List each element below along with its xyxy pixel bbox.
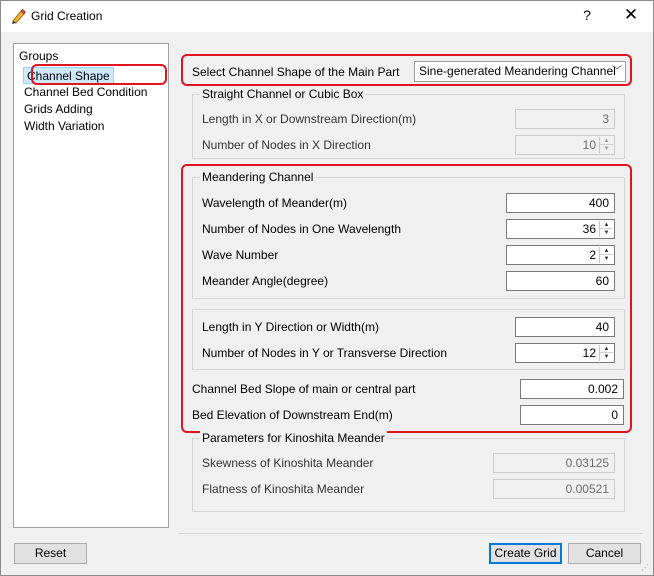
wave-number-value: 2 [589, 248, 596, 262]
grid-creation-dialog: Grid Creation ? ✕ Groups Channel Shape C… [0, 0, 654, 576]
wavelength-value: 400 [588, 196, 609, 210]
shape-label: Select Channel Shape of the Main Part [192, 65, 400, 79]
chevron-down-icon: ﹀ [612, 66, 622, 77]
straight-nodes-spinbox[interactable]: 10 ▲ ▼ [515, 135, 615, 155]
channel-shape-value: Sine-generated Meandering Channel [419, 64, 616, 78]
bed-slope-input[interactable]: 0.002 [520, 379, 624, 399]
bed-elevation-label: Bed Elevation of Downstream End(m) [192, 408, 393, 422]
meandering-channel-title: Meandering Channel [200, 170, 316, 184]
close-button[interactable]: ✕ [621, 5, 641, 25]
flatness-value: 0.00521 [565, 482, 609, 496]
spin-down-icon[interactable]: ▼ [600, 145, 613, 153]
straight-channel-title: Straight Channel or Cubic Box [200, 87, 366, 101]
spin-down-icon[interactable]: ▼ [600, 229, 613, 237]
meander-angle-label: Meander Angle(degree) [202, 274, 329, 288]
straight-length-label: Length in X or Downstream Direction(m) [202, 112, 417, 126]
kinoshita-group [192, 438, 625, 512]
width-length-input[interactable]: 40 [515, 317, 615, 337]
group-item-channel-bed-condition[interactable]: Channel Bed Condition [24, 84, 147, 101]
width-length-value: 40 [595, 320, 609, 334]
group-item-channel-shape[interactable]: Channel Shape [23, 67, 114, 84]
bed-elevation-input[interactable]: 0 [520, 405, 624, 425]
flatness-label: Flatness of Kinoshita Meander [202, 482, 365, 496]
width-length-label: Length in Y Direction or Width(m) [202, 320, 379, 334]
reset-button[interactable]: Reset [14, 543, 87, 564]
wavelength-input[interactable]: 400 [506, 193, 615, 213]
nodes-wavelength-spinbox[interactable]: 36 ▲ ▼ [506, 219, 615, 239]
title-bar: Grid Creation ? ✕ [1, 1, 653, 32]
straight-nodes-value: 10 [582, 138, 596, 152]
bed-slope-label: Channel Bed Slope of main or central par… [192, 382, 416, 396]
nodes-wavelength-value: 36 [582, 222, 596, 236]
width-nodes-value: 12 [582, 346, 596, 360]
straight-length-value: 3 [602, 112, 609, 126]
straight-length-input[interactable]: 3 [515, 109, 615, 129]
skewness-value: 0.03125 [565, 456, 609, 470]
meander-angle-input[interactable]: 60 [506, 271, 615, 291]
spin-down-icon[interactable]: ▼ [600, 353, 613, 361]
spin-up-icon[interactable]: ▲ [600, 221, 613, 229]
spin-down-icon[interactable]: ▼ [600, 255, 613, 263]
cancel-button[interactable]: Cancel [568, 543, 641, 564]
wave-number-spinbox[interactable]: 2 ▲ ▼ [506, 245, 615, 265]
group-item-grids-adding[interactable]: Grids Adding [24, 101, 93, 118]
spin-up-icon[interactable]: ▲ [600, 247, 613, 255]
skewness-label: Skewness of Kinoshita Meander [202, 456, 374, 470]
skewness-input[interactable]: 0.03125 [493, 453, 615, 473]
straight-nodes-label: Number of Nodes in X Direction [202, 138, 371, 152]
nodes-wavelength-label: Number of Nodes in One Wavelength [202, 222, 401, 236]
group-item-width-variation[interactable]: Width Variation [24, 118, 104, 135]
wavelength-label: Wavelength of Meander(m) [202, 196, 347, 210]
wave-number-label: Wave Number [202, 248, 279, 262]
pencil-icon [12, 8, 26, 24]
meander-angle-value: 60 [595, 274, 609, 288]
width-nodes-spinbox[interactable]: 12 ▲ ▼ [515, 343, 615, 363]
create-grid-button[interactable]: Create Grid [489, 543, 562, 564]
bed-slope-value: 0.002 [587, 382, 618, 396]
channel-shape-select[interactable]: Sine-generated Meandering Channel ﹀ [414, 61, 626, 82]
resize-grip-icon[interactable]: ⋰ [641, 563, 651, 573]
window-title: Grid Creation [31, 9, 103, 23]
bed-elevation-value: 0 [611, 408, 618, 422]
flatness-input[interactable]: 0.00521 [493, 479, 615, 499]
spin-up-icon[interactable]: ▲ [600, 345, 613, 353]
spin-up-icon[interactable]: ▲ [600, 137, 613, 145]
footer-separator [179, 533, 643, 534]
groups-header: Groups [19, 49, 59, 63]
kinoshita-title: Parameters for Kinoshita Meander [200, 431, 387, 445]
width-nodes-label: Number of Nodes in Y or Transverse Direc… [202, 346, 447, 360]
help-button[interactable]: ? [579, 7, 595, 23]
